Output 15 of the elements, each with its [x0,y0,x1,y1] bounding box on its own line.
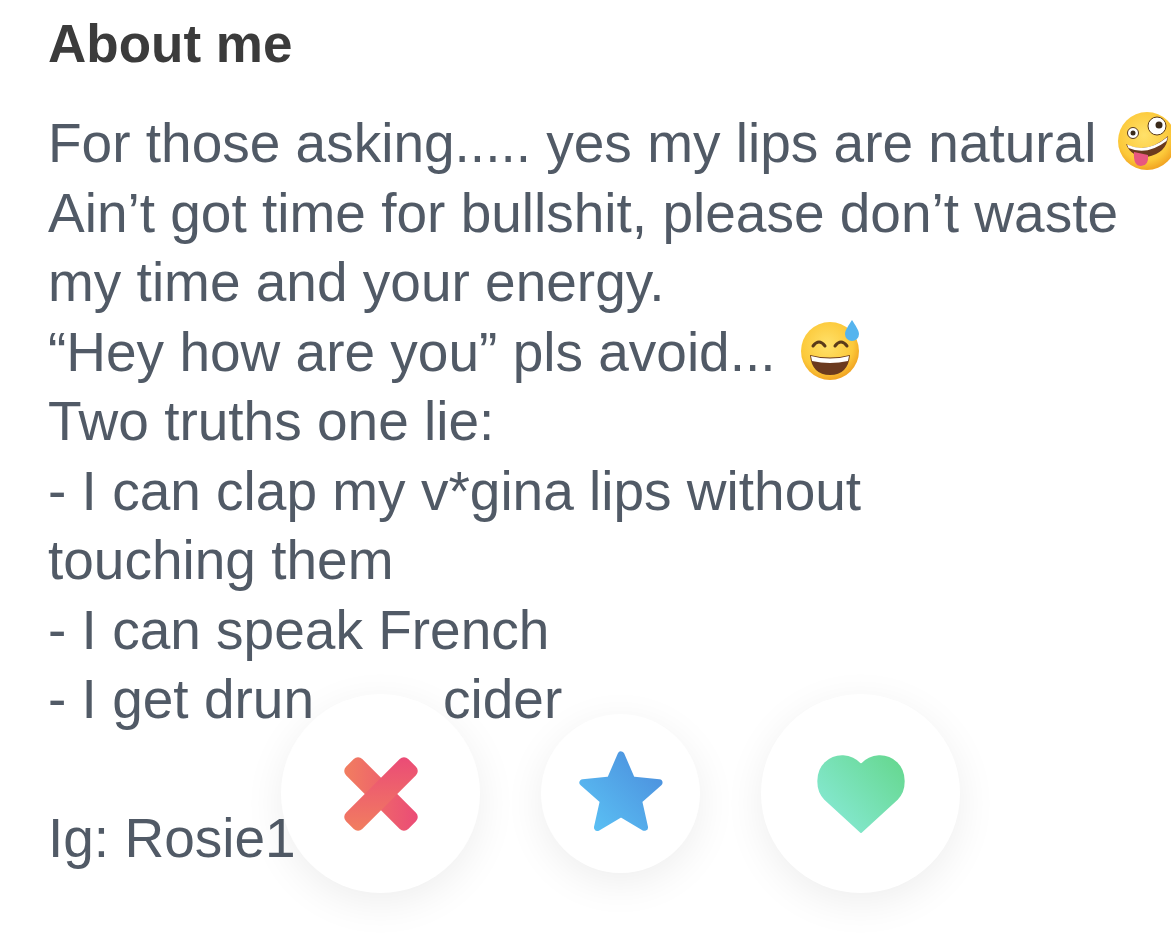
bio-text: - I can clap my v*gina lips without [48,458,862,524]
bio-text: For those asking..... yes my lips are natural [48,111,1097,176]
bio-text: Ig: Rosie1 [48,806,296,871]
bio-text: “Hey how are you” pls avoid... [48,319,776,385]
bio-text: - I can speak French [48,597,550,663]
bio-text: Ain’t got time for bullshit, please don’t waste my time and your energy. [48,180,1119,315]
bio-text: touching them [48,528,394,593]
bio-text: cider [443,667,563,732]
bio-text: - I get drun [48,667,314,732]
heart-icon [815,753,906,834]
section-title: About me [48,13,293,75]
grinning-sweat-face-icon [799,318,862,381]
star-icon [578,751,663,832]
bio-text: Two truths one lie: [48,389,495,454]
zany-face-icon [1116,111,1171,171]
